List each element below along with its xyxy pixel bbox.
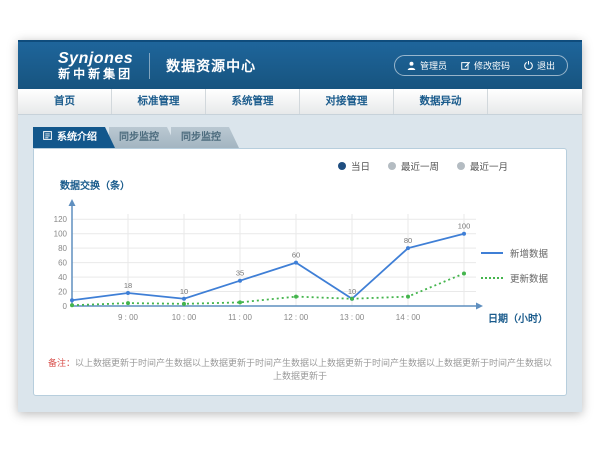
user-icon xyxy=(407,61,416,70)
chart-canvas: 0 20 40 60 80 100 120 9 : 00 10 : 00 11 : 00 12 : … xyxy=(44,194,496,340)
svg-text:14 : 00: 14 : 00 xyxy=(396,313,421,322)
svg-text:60: 60 xyxy=(58,259,67,268)
logout-button[interactable]: 退出 xyxy=(524,59,555,72)
radio-unselected-icon xyxy=(388,162,396,170)
svg-text:13 : 00: 13 : 00 xyxy=(340,313,365,322)
y-axis-title: 数据交换（条） xyxy=(60,177,556,192)
legend-new-data-label: 新增数据 xyxy=(510,246,548,260)
chart-panel: 当日 最近一周 最近一月 数据交换（条） 0 20 40 60 80 100 120 9 : … xyxy=(33,148,567,396)
logo-text-cn: 新中新集团 xyxy=(58,68,133,81)
radio-unselected-icon xyxy=(457,162,465,170)
tab-system-intro-label: 系统介绍 xyxy=(57,127,97,148)
svg-text:10: 10 xyxy=(348,287,356,296)
nav-item-data-change[interactable]: 数据异动 xyxy=(394,89,488,114)
radio-selected-icon xyxy=(338,162,346,170)
tab-bar: 系统介绍 同步监控 同步监控 xyxy=(33,127,567,148)
footnote-text: 以上数据更新于时间产生数据以上数据更新于时间产生数据以上数据更新于时间产生数据以… xyxy=(75,358,552,381)
current-user-label: 管理员 xyxy=(420,59,447,72)
tab-system-intro[interactable]: 系统介绍 xyxy=(33,127,115,148)
nav-item-home[interactable]: 首页 xyxy=(18,89,112,114)
legend-update-data-label: 更新数据 xyxy=(510,271,548,285)
nav-item-standard-management[interactable]: 标准管理 xyxy=(112,89,206,114)
nav-item-system-management[interactable]: 系统管理 xyxy=(206,89,300,114)
tab-sync-monitor-1-label: 同步监控 xyxy=(119,132,159,143)
svg-text:80: 80 xyxy=(58,244,67,253)
svg-text:0: 0 xyxy=(63,302,68,311)
svg-text:40: 40 xyxy=(58,273,67,282)
header: Synjones 新中新集团 数据资源中心 管理员 修改密码 xyxy=(18,42,582,89)
svg-text:10 : 00: 10 : 00 xyxy=(172,313,197,322)
power-icon xyxy=(524,61,533,70)
change-password-label: 修改密码 xyxy=(474,59,510,72)
svg-text:12 : 00: 12 : 00 xyxy=(284,313,309,322)
svg-text:60: 60 xyxy=(292,251,300,260)
svg-text:11 : 00: 11 : 00 xyxy=(228,313,252,322)
nav-item-interface-management[interactable]: 对接管理 xyxy=(300,89,394,114)
content-area: 系统介绍 同步监控 同步监控 当日 最近一周 xyxy=(18,115,582,412)
company-logo: Synjones 新中新集团 xyxy=(58,50,133,81)
current-user-button[interactable]: 管理员 xyxy=(407,59,447,72)
radio-last-month[interactable]: 最近一月 xyxy=(457,159,508,173)
app-window: Synjones 新中新集团 数据资源中心 管理员 修改密码 xyxy=(18,40,582,412)
svg-text:100: 100 xyxy=(54,230,68,239)
legend-item-update-data[interactable]: 更新数据 xyxy=(481,271,548,285)
document-icon xyxy=(43,127,52,148)
solid-line-icon xyxy=(481,252,503,254)
line-chart: 0 20 40 60 80 100 120 9 : 00 10 : 00 11 : 00 12 : … xyxy=(44,194,556,340)
svg-text:120: 120 xyxy=(54,215,68,224)
change-password-button[interactable]: 修改密码 xyxy=(461,59,510,72)
header-divider xyxy=(149,53,150,79)
user-actions: 管理员 修改密码 退出 xyxy=(394,55,568,76)
svg-text:18: 18 xyxy=(124,281,132,290)
svg-text:9 : 00: 9 : 00 xyxy=(118,313,139,322)
tab-sync-monitor-2[interactable]: 同步监控 xyxy=(171,127,239,148)
legend-item-new-data[interactable]: 新增数据 xyxy=(481,246,548,260)
footnote: 备注：以上数据更新于时间产生数据以上数据更新于时间产生数据以上数据更新于时间产生… xyxy=(44,356,556,382)
radio-last-week-label: 最近一周 xyxy=(401,159,439,173)
svg-text:20: 20 xyxy=(58,288,67,297)
x-axis-title: 日期（小时） xyxy=(488,310,548,325)
main-nav: 首页 标准管理 系统管理 对接管理 数据异动 xyxy=(18,89,582,115)
footnote-prefix: 备注： xyxy=(48,358,75,368)
svg-text:80: 80 xyxy=(404,236,412,245)
svg-text:10: 10 xyxy=(180,287,188,296)
radio-last-month-label: 最近一月 xyxy=(470,159,508,173)
svg-text:35: 35 xyxy=(236,269,244,278)
edit-icon xyxy=(461,61,470,70)
time-range-filter: 当日 最近一周 最近一月 xyxy=(44,157,556,175)
radio-today[interactable]: 当日 xyxy=(338,159,370,173)
radio-today-label: 当日 xyxy=(351,159,370,173)
logout-label: 退出 xyxy=(537,59,555,72)
logo-en-label: Synjones xyxy=(58,50,133,67)
svg-text:100: 100 xyxy=(458,222,471,231)
tab-sync-monitor-1[interactable]: 同步监控 xyxy=(109,127,177,148)
tab-sync-monitor-2-label: 同步监控 xyxy=(181,132,221,143)
chart-legend: 新增数据 更新数据 xyxy=(481,246,548,296)
radio-last-week[interactable]: 最近一周 xyxy=(388,159,439,173)
page-title: 数据资源中心 xyxy=(166,56,256,76)
dotted-line-icon xyxy=(481,277,503,279)
logo-text-en: Synjones xyxy=(58,50,133,68)
